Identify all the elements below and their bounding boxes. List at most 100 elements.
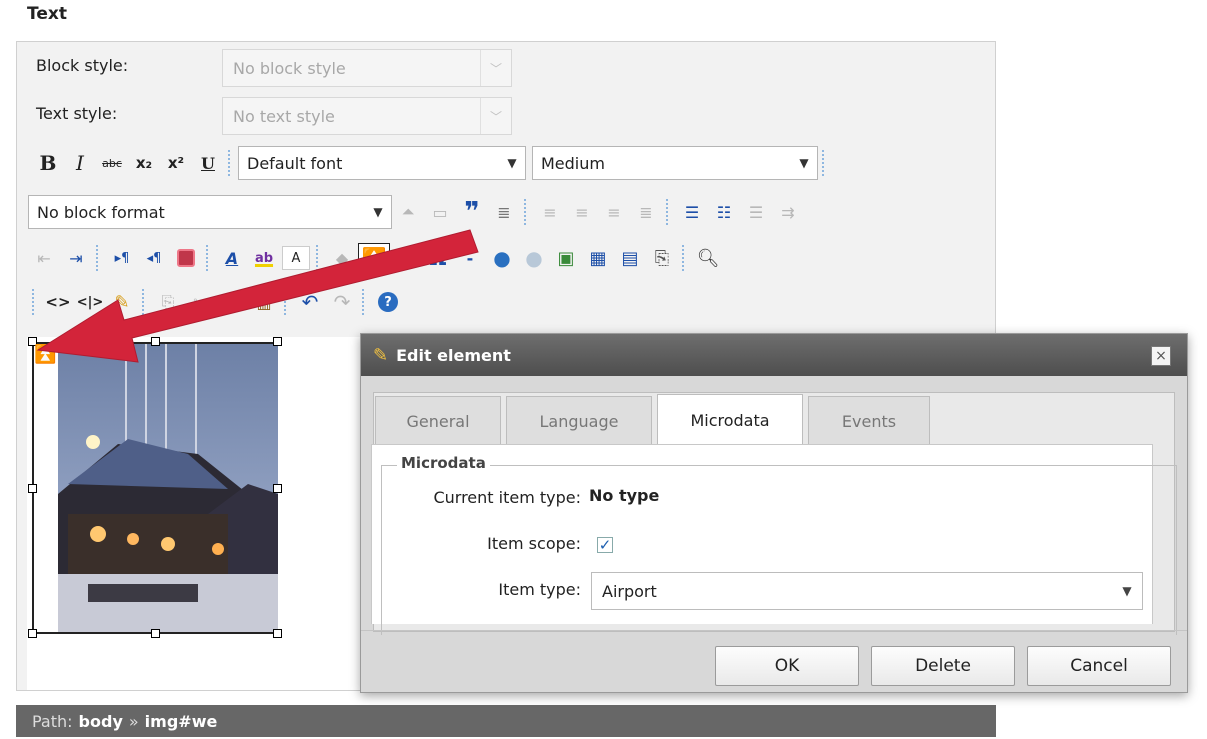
- block-style-select[interactable]: No block style ﹀: [222, 49, 512, 87]
- item-scope-label: Item scope:: [487, 534, 581, 553]
- align-right-icon[interactable]: ≡: [598, 197, 630, 227]
- tab-language[interactable]: Language: [506, 396, 652, 446]
- cancel-button[interactable]: Cancel: [1027, 646, 1171, 686]
- block-format-select[interactable]: No block format ▼: [28, 195, 392, 229]
- text-style-label: Text style:: [36, 104, 118, 123]
- chevron-down-icon: ﹀: [480, 50, 511, 86]
- bullet-list-icon[interactable]: ☷: [708, 197, 740, 227]
- underline-button[interactable]: U: [192, 148, 224, 178]
- copy-icon[interactable]: ⎘: [152, 287, 184, 317]
- subscript-button[interactable]: x₂: [128, 148, 160, 178]
- ok-button[interactable]: OK: [715, 646, 859, 686]
- insert-table-icon[interactable]: ▦: [582, 243, 614, 273]
- strikethrough-button[interactable]: abc: [96, 148, 128, 178]
- indent-icon[interactable]: ☰: [740, 197, 772, 227]
- toolbar-row-1: B I abc x₂ x² U Default font ▼ Medium ▼: [32, 146, 832, 180]
- tab-microdata[interactable]: Microdata: [657, 394, 803, 446]
- toolbar-row-3: ⇤ ⇥ ▸¶ ◂¶ A ab A ◆ ⏫ ☺ Ω - ● ● ▣ ▦ ▤ ⎘ 🔍…: [28, 243, 724, 273]
- font-size-select[interactable]: Medium ▼: [532, 146, 818, 180]
- section-title: Text: [27, 4, 67, 24]
- microdata-marker-icon: ⏫: [34, 344, 57, 365]
- paste-text-icon[interactable]: ▥: [248, 287, 280, 317]
- outdent-icon[interactable]: ⇉: [772, 197, 804, 227]
- edit-element-icon[interactable]: ⏫: [358, 243, 390, 273]
- superscript-button[interactable]: x²: [160, 148, 192, 178]
- resize-handle[interactable]: [273, 629, 282, 638]
- bold-button[interactable]: B: [32, 148, 64, 178]
- house-photo[interactable]: [58, 344, 278, 632]
- font-family-select[interactable]: Default font ▼: [238, 146, 526, 180]
- tab-general[interactable]: General: [375, 396, 501, 446]
- remove-link-icon[interactable]: ●: [518, 243, 550, 273]
- block-format-value: No block format: [37, 202, 165, 222]
- tab-events[interactable]: Events: [808, 396, 930, 446]
- text-style-value: No text style: [233, 106, 335, 126]
- font-color-icon[interactable]: A: [216, 243, 248, 273]
- resize-handle[interactable]: [273, 337, 282, 346]
- item-type-value: Airport: [602, 581, 657, 601]
- horizontal-rule-icon[interactable]: -: [454, 243, 486, 273]
- font-family-value: Default font: [247, 153, 343, 173]
- special-char-icon[interactable]: Ω: [422, 243, 454, 273]
- path-separator: »: [128, 711, 139, 731]
- item-type-select[interactable]: Airport ▼: [591, 572, 1143, 610]
- blockquote-icon[interactable]: ❞: [456, 197, 488, 227]
- smiley-icon[interactable]: ☺: [390, 243, 422, 273]
- chevron-down-icon: ﹀: [480, 98, 511, 134]
- chevron-down-icon: ▼: [799, 156, 809, 170]
- move-up-icon[interactable]: ⏶: [392, 197, 424, 227]
- toolbar-separator: [228, 150, 234, 176]
- toolbar-separator: [822, 150, 828, 176]
- align-justify-icon[interactable]: ≣: [630, 197, 662, 227]
- resize-handle[interactable]: [151, 337, 160, 346]
- dialog-title-bar[interactable]: ✎ Edit element: [361, 334, 1187, 376]
- remove-format-icon[interactable]: ◆: [326, 243, 358, 273]
- insert-image-icon[interactable]: ▣: [550, 243, 582, 273]
- numbered-list-icon[interactable]: ☰: [676, 197, 708, 227]
- insert-layer-icon[interactable]: [170, 243, 202, 273]
- table-props-icon[interactable]: ▤: [614, 243, 646, 273]
- italic-button[interactable]: I: [64, 148, 96, 178]
- find-icon[interactable]: 🔍︎: [692, 243, 724, 273]
- toolbar-separator: [524, 199, 530, 225]
- toolbar-row-2: No block format ▼ ⏶ ▭ ❞ ≣ ≡ ≡ ≡ ≣ ☰ ☷ ☰ …: [28, 195, 804, 229]
- cut-icon[interactable]: ✂: [184, 287, 216, 317]
- path-body-link[interactable]: body: [79, 712, 123, 731]
- toolbar-separator: [666, 199, 672, 225]
- increase-indent-icon[interactable]: ⇥: [60, 243, 92, 273]
- item-scope-checkbox[interactable]: ✓: [597, 536, 613, 554]
- edit-element-dialog: ✎ Edit element × General Language Microd…: [360, 333, 1188, 693]
- toolbar-separator: [316, 245, 322, 271]
- align-center-icon[interactable]: ≡: [566, 197, 598, 227]
- style-button[interactable]: A: [280, 243, 312, 273]
- redo-icon[interactable]: ↷: [326, 287, 358, 317]
- text-style-select[interactable]: No text style ﹀: [222, 97, 512, 135]
- resize-handle[interactable]: [151, 629, 160, 638]
- toolbar-separator: [32, 289, 38, 315]
- help-icon[interactable]: ?: [372, 287, 404, 317]
- resize-handle[interactable]: [273, 484, 282, 493]
- ltr-icon[interactable]: ▸¶: [106, 243, 138, 273]
- undo-icon[interactable]: ↶: [294, 287, 326, 317]
- highlight-icon[interactable]: ab: [248, 243, 280, 273]
- resize-handle[interactable]: [28, 484, 37, 493]
- clean-icon[interactable]: ✎: [106, 287, 138, 317]
- insert-file-icon[interactable]: ⎘: [646, 243, 678, 273]
- source-split-button[interactable]: <|>: [74, 287, 106, 317]
- toolbar-separator: [284, 289, 290, 315]
- comment-icon[interactable]: ▭: [424, 197, 456, 227]
- insert-link-icon[interactable]: ●: [486, 243, 518, 273]
- align-left-icon[interactable]: ≡: [534, 197, 566, 227]
- font-size-value: Medium: [541, 153, 605, 173]
- source-button[interactable]: <>: [42, 287, 74, 317]
- path-element-link[interactable]: img#we: [145, 712, 218, 731]
- decrease-indent-icon[interactable]: ⇤: [28, 243, 60, 273]
- paste-icon[interactable]: ▤: [216, 287, 248, 317]
- current-item-type-value: No type: [589, 486, 660, 505]
- resize-handle[interactable]: [28, 629, 37, 638]
- close-button[interactable]: ×: [1151, 346, 1171, 366]
- delete-button[interactable]: Delete: [871, 646, 1015, 686]
- chevron-down-icon: ▼: [507, 156, 517, 170]
- paragraph-spacing-icon[interactable]: ≣: [488, 197, 520, 227]
- rtl-icon[interactable]: ◂¶: [138, 243, 170, 273]
